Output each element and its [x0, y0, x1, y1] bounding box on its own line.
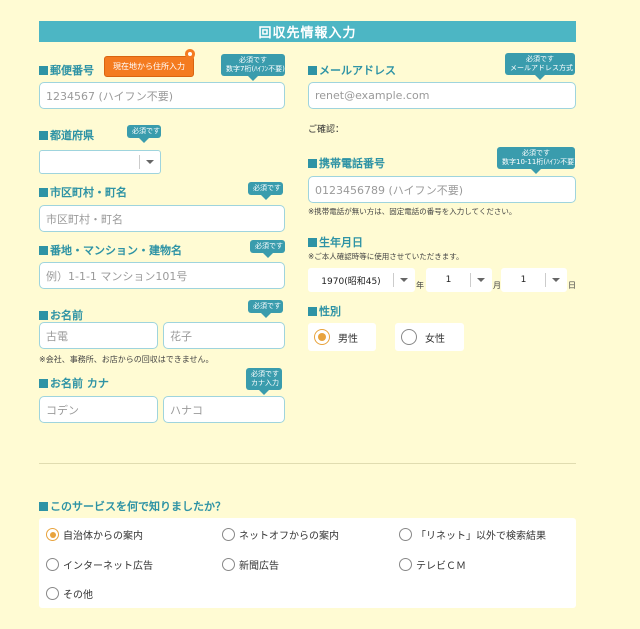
survey-option[interactable]: その他 [46, 586, 93, 601]
birth-year-select[interactable]: 1970(昭和45) [308, 268, 415, 292]
location-pin-icon [185, 49, 195, 63]
form-header: 回収先情報入力 [39, 21, 576, 42]
section-divider [39, 463, 576, 464]
chevron-down-icon [546, 278, 566, 282]
gender-male-option[interactable]: 男性 [308, 323, 376, 351]
survey-option[interactable]: ネットオフからの案内 [222, 527, 339, 542]
radio-selected-icon[interactable] [46, 528, 59, 541]
city-input[interactable]: 市区町村・町名 [39, 205, 285, 232]
month-unit: 月 [493, 281, 501, 290]
name-label: お名前 [39, 307, 83, 323]
survey-option[interactable]: 新聞広告 [222, 557, 279, 572]
survey-label: このサービスを何で知りましたか？ [39, 498, 226, 514]
year-unit: 年 [416, 281, 424, 290]
last-name-input[interactable]: 古電 [39, 322, 158, 349]
prefecture-select[interactable] [39, 150, 161, 174]
mobile-note: ※携帯電話が無い方は、固定電話の番号を入力してください。 [308, 207, 517, 216]
kana-required-badge: 必須です カナ入力 [246, 368, 282, 395]
mobile-input[interactable]: 0123456789 (ハイフン不要) [308, 176, 576, 203]
chevron-down-icon [140, 160, 160, 164]
email-label: メールアドレス [308, 62, 396, 78]
gender-female-option[interactable]: 女性 [395, 323, 464, 351]
radio-selected-icon[interactable] [314, 329, 330, 345]
address-label: 番地・マンション・建物名 [39, 242, 182, 258]
form-title: 回収先情報入力 [258, 26, 357, 41]
postal-input[interactable]: 1234567 (ハイフン不要) [39, 82, 285, 109]
address-input[interactable]: 例）1-1-1 マンション101号 [39, 262, 285, 289]
survey-option[interactable]: テレビＣＭ [399, 557, 466, 572]
name-required-badge: 必須です [248, 300, 283, 318]
email-required-badge: 必須です メールアドレス方式 [505, 53, 575, 80]
postal-label: 郵便番号 [39, 62, 94, 78]
day-unit: 日 [568, 281, 576, 290]
first-name-kana-input[interactable]: ハナコ [163, 396, 285, 423]
mobile-label: 携帯電話番号 [308, 155, 385, 171]
city-required-badge: 必須です [248, 182, 283, 200]
chevron-down-icon [394, 278, 414, 282]
prefecture-label: 都道府県 [39, 127, 94, 143]
address-required-badge: 必須です [250, 240, 285, 258]
last-name-kana-input[interactable]: コデン [39, 396, 158, 423]
survey-option[interactable]: インターネット広告 [46, 557, 153, 572]
mobile-required-badge: 必須です 数字10-11桁(ﾊｲﾌﾝ不要) [497, 147, 577, 174]
gender-label: 性別 [308, 303, 341, 319]
email-confirm-label: ご確認： [308, 125, 345, 135]
city-label: 市区町村・町名 [39, 184, 127, 200]
radio-unselected-icon[interactable] [222, 558, 235, 571]
radio-unselected-icon[interactable] [46, 558, 59, 571]
birth-month-select[interactable]: 1 [426, 268, 492, 292]
kana-label: お名前 カナ [39, 375, 109, 391]
prefecture-required-badge: 必須です [127, 125, 161, 143]
chevron-down-icon [471, 278, 491, 282]
postal-required-badge: 必須です 数字7桁(ﾊｲﾌﾝ不要) [221, 54, 285, 81]
birth-note: ※ご本人確認時等に使用させていただきます。 [308, 252, 464, 261]
birth-label: 生年月日 [308, 234, 363, 250]
radio-unselected-icon[interactable] [399, 528, 412, 541]
radio-unselected-icon[interactable] [222, 528, 235, 541]
location-autofill-button[interactable]: 現在地から住所入力 [104, 56, 194, 77]
radio-unselected-icon[interactable] [401, 329, 417, 345]
radio-unselected-icon[interactable] [399, 558, 412, 571]
radio-unselected-icon[interactable] [46, 587, 59, 600]
email-input[interactable]: renet@example.com [308, 82, 576, 109]
name-note: ※会社、事務所、お店からの回収はできません。 [39, 355, 214, 364]
survey-option[interactable]: 「リネット」以外で検索結果 [399, 527, 546, 542]
birth-day-select[interactable]: 1 [501, 268, 567, 292]
survey-option[interactable]: 自治体からの案内 [46, 527, 143, 542]
survey-options-panel: 自治体からの案内 ネットオフからの案内 「リネット」以外で検索結果 インターネッ… [39, 518, 576, 608]
first-name-input[interactable]: 花子 [163, 322, 285, 349]
